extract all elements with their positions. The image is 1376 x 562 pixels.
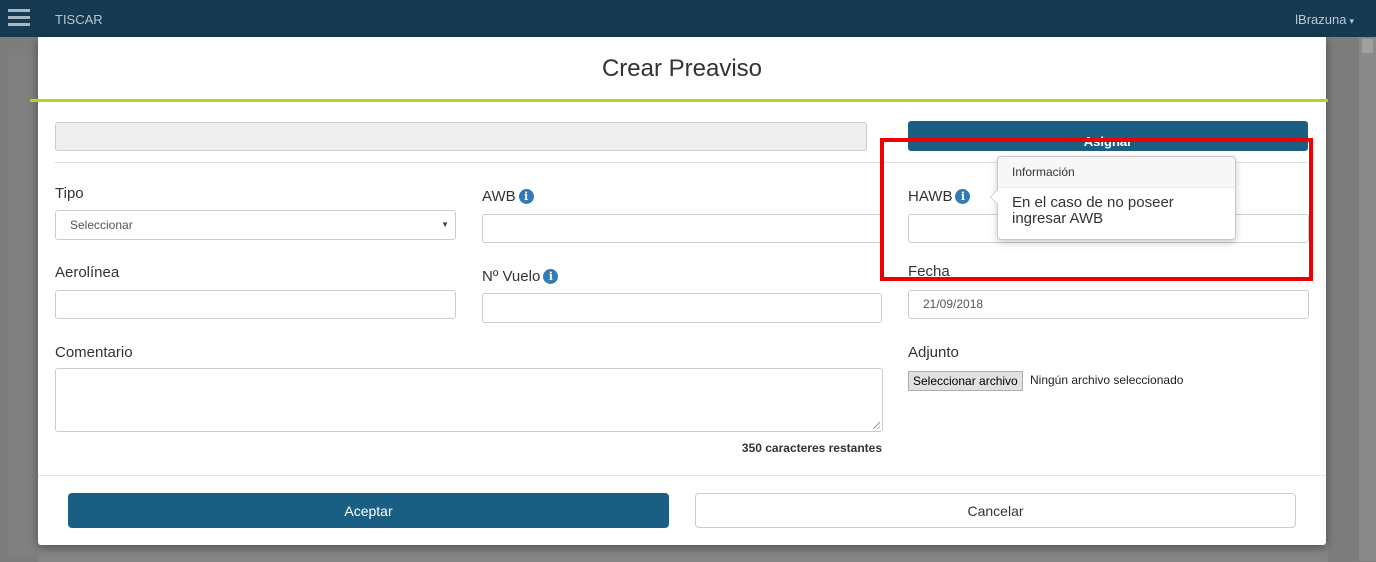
fecha-input[interactable]: 21/09/2018 [908, 290, 1309, 319]
tipo-label: Tipo [55, 185, 84, 202]
menu-icon[interactable] [8, 9, 30, 27]
file-status: Ningún archivo seleccionado [1030, 373, 1184, 387]
tipo-selected-value: Seleccionar [70, 218, 133, 232]
hawb-label: HAWB i [908, 188, 971, 205]
scroll-up-arrow-icon[interactable] [1362, 39, 1373, 53]
aerolinea-input[interactable] [55, 290, 456, 319]
user-menu[interactable]: lBrazuna ▾ [1295, 12, 1354, 27]
choose-file-button[interactable]: Seleccionar archivo [908, 371, 1023, 391]
chevron-down-icon: ▼ [441, 220, 449, 229]
caret-down-icon: ▾ [1349, 16, 1354, 26]
awb-label: AWB i [482, 188, 534, 205]
accept-button[interactable]: Aceptar [68, 493, 669, 528]
char-counter: 350 caracteres restantes [741, 441, 882, 455]
info-popover: Información En el caso de no poseer ingr… [990, 156, 1236, 240]
info-icon[interactable]: i [955, 189, 971, 204]
assign-input[interactable] [55, 122, 867, 151]
comentario-textarea[interactable] [55, 368, 883, 432]
vuelo-input[interactable] [482, 293, 882, 323]
title-divider [30, 99, 1328, 102]
awb-label-text: AWB [482, 188, 516, 205]
fecha-label: Fecha [908, 263, 950, 280]
cancel-button[interactable]: Cancelar [695, 493, 1296, 528]
app-title[interactable]: TISCAR [55, 12, 103, 27]
crear-preaviso-modal: Crear Preaviso Asignar Tipo Seleccionar … [30, 37, 1328, 545]
awb-input[interactable] [482, 214, 882, 243]
comentario-label: Comentario [55, 344, 133, 361]
page-scrollbar[interactable] [1359, 37, 1376, 561]
popover-arrow [990, 189, 998, 205]
user-name: lBrazuna [1295, 12, 1347, 27]
info-icon[interactable]: i [518, 189, 534, 204]
hawb-label-text: HAWB [908, 188, 953, 205]
aerolinea-label: Aerolínea [55, 264, 120, 281]
popover-body: En el caso de no poseer ingresar AWB [1012, 194, 1174, 227]
vuelo-label-text: Nº Vuelo [482, 268, 541, 285]
background-panel [8, 55, 38, 555]
modal-title: Crear Preaviso [601, 55, 763, 82]
top-navbar: TISCAR lBrazuna ▾ [0, 0, 1376, 37]
assign-button[interactable]: Asignar [908, 121, 1308, 151]
tipo-select[interactable]: Seleccionar ▼ [55, 210, 456, 240]
adjunto-label: Adjunto [908, 344, 959, 361]
footer-divider [38, 475, 1326, 476]
vuelo-label: Nº Vuelo i [482, 268, 559, 285]
popover-title: Información [998, 157, 1235, 188]
resize-handle-icon[interactable] [873, 422, 880, 429]
info-icon[interactable]: i [543, 269, 559, 284]
